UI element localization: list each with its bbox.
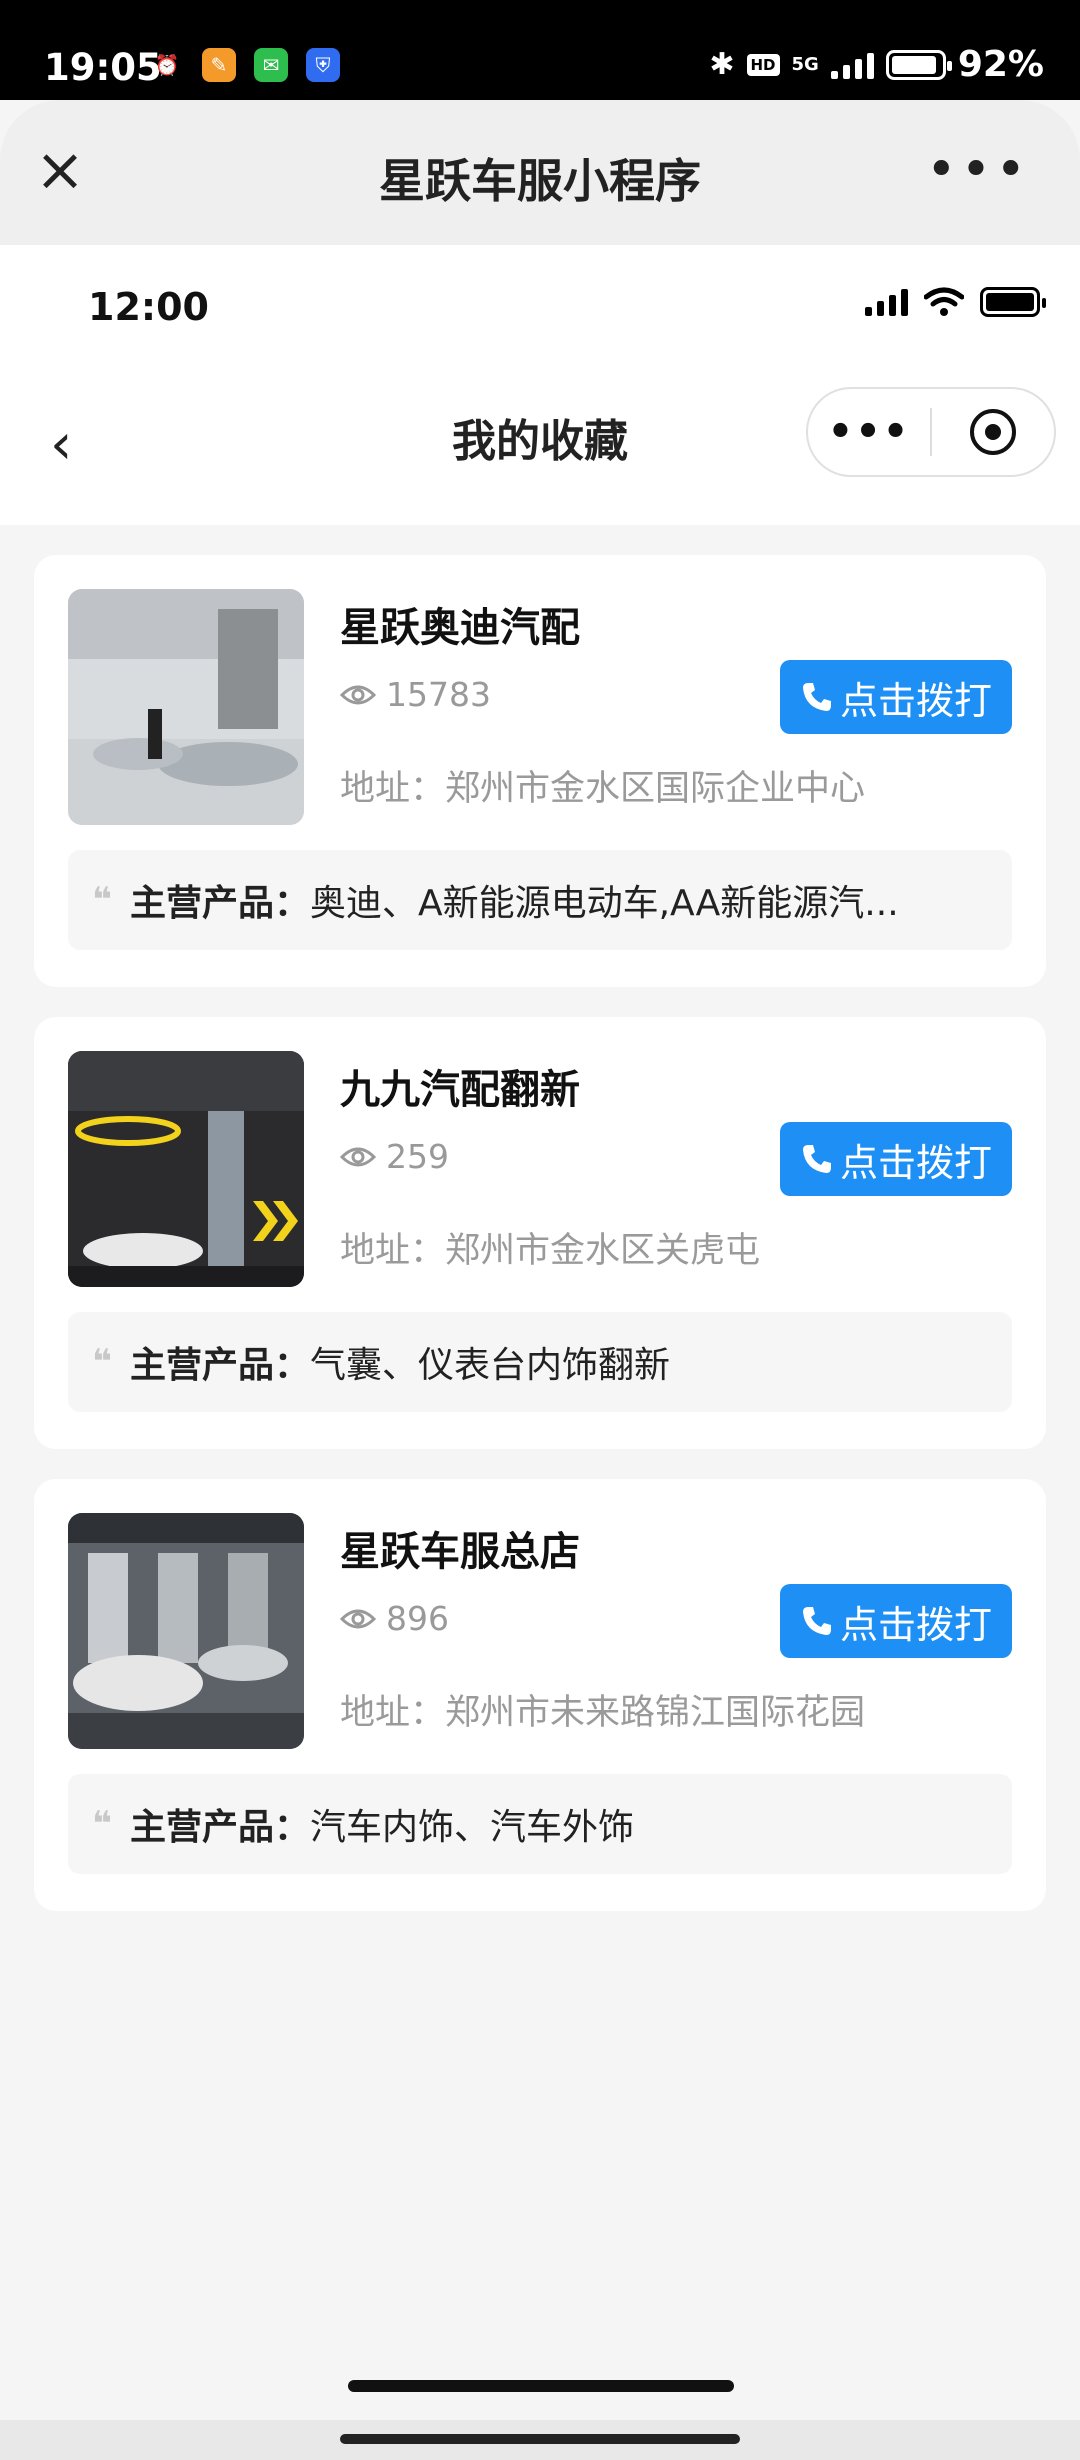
battery-icon — [980, 287, 1046, 317]
capsule-close-icon[interactable] — [932, 409, 1054, 455]
quote-icon: ❝ — [92, 880, 112, 920]
products-label: 主营产品： — [129, 1345, 310, 1386]
store-address: 地址：郑州市未来路锦江国际花园 — [340, 1693, 866, 1733]
quote-icon: ❝ — [92, 1804, 112, 1844]
hd-badge: HD — [746, 53, 780, 76]
capsule-menu: ••• — [806, 387, 1056, 477]
system-time: 19:05 — [44, 46, 162, 89]
wechat-icon: ✉ — [254, 48, 288, 82]
eye-icon — [340, 1147, 376, 1166]
store-address: 地址：郑州市金水区国际企业中心 — [340, 769, 866, 809]
signal-icon — [865, 288, 908, 316]
store-photo — [68, 1051, 304, 1287]
main-products: ❝ 主营产品： 气囊、仪表台内饰翻新 — [68, 1312, 1012, 1412]
view-count-value: 259 — [386, 1137, 449, 1176]
phone-icon — [802, 683, 831, 711]
system-status-bar: 19:05 ⏰ ✎ ✉ ⛨ ✱ HD 5G 92% — [0, 0, 1080, 100]
network-label: 5G — [791, 54, 819, 75]
miniprogram-header: × 星跃车服小程序 ••• — [0, 100, 1080, 245]
battery-icon — [885, 49, 952, 80]
eye-icon — [340, 685, 376, 704]
products-value: 气囊、仪表台内饰翻新 — [309, 1345, 670, 1386]
favorite-card[interactable]: 星跃奥迪汽配 15783 点击拨打 地址：郑州市金水区国际企业中心 ❝ 主营产品… — [34, 555, 1046, 987]
call-button-label: 点击拨打 — [839, 1602, 992, 1647]
call-button-label: 点击拨打 — [839, 1140, 992, 1185]
store-photo — [68, 1513, 304, 1749]
miniprogram-title: 星跃车服小程序 — [379, 154, 701, 208]
products-label: 主营产品： — [129, 1807, 310, 1848]
products-value: 汽车内饰、汽车外饰 — [309, 1807, 634, 1848]
wifi-icon — [924, 287, 964, 316]
eye-icon — [340, 1609, 376, 1628]
favorites-list: 星跃奥迪汽配 15783 点击拨打 地址：郑州市金水区国际企业中心 ❝ 主营产品… — [34, 555, 1046, 1941]
store-name: 星跃奥迪汽配 — [340, 605, 580, 651]
system-indicators: ✱ HD 5G 92% — [709, 44, 1044, 85]
call-button[interactable]: 点击拨打 — [780, 1122, 1012, 1196]
favorite-card[interactable]: 九九汽配翻新 259 点击拨打 地址：郑州市金水区关虎屯 ❝ 主营产品： 气囊、… — [34, 1017, 1046, 1449]
call-button-label: 点击拨打 — [839, 678, 992, 723]
signal-icon — [830, 51, 874, 79]
store-name: 星跃车服总店 — [340, 1529, 580, 1575]
capsule-more-icon[interactable]: ••• — [808, 409, 930, 455]
shield-app-icon: ⛨ — [306, 48, 340, 82]
call-button[interactable]: 点击拨打 — [780, 660, 1012, 734]
notification-icons: ⏰ ✎ ✉ ⛨ — [150, 48, 340, 82]
store-name: 九九汽配翻新 — [340, 1067, 580, 1113]
main-products: ❝ 主营产品： 汽车内饰、汽车外饰 — [68, 1774, 1012, 1874]
products-value: 奥迪、A新能源电动车,AA新能源汽... — [309, 883, 899, 924]
favorite-card[interactable]: 星跃车服总店 896 点击拨打 地址：郑州市未来路锦江国际花园 ❝ 主营产品： … — [34, 1479, 1046, 1911]
bluetooth-icon: ✱ — [709, 47, 735, 82]
view-count: 259 — [340, 1137, 449, 1176]
view-count-value: 15783 — [386, 675, 491, 714]
call-button[interactable]: 点击拨打 — [780, 1584, 1012, 1658]
more-icon[interactable]: ••• — [926, 140, 1030, 200]
view-count: 896 — [340, 1599, 449, 1638]
battery-percent: 92% — [957, 44, 1044, 85]
inner-status-bar: 12:00 — [0, 245, 1080, 375]
store-photo — [68, 589, 304, 825]
quote-icon: ❝ — [92, 1342, 112, 1382]
home-indicator[interactable] — [348, 2380, 734, 2392]
app-notification-icon: ✎ — [202, 48, 236, 82]
inner-indicators — [865, 287, 1046, 317]
page-nav-bar: ‹ 我的收藏 ••• — [0, 375, 1080, 525]
phone-icon — [802, 1607, 831, 1635]
system-gesture-bar[interactable] — [340, 2434, 740, 2444]
view-count-value: 896 — [386, 1599, 449, 1638]
view-count: 15783 — [340, 675, 491, 714]
inner-time: 12:00 — [88, 285, 209, 329]
products-label: 主营产品： — [129, 883, 310, 924]
phone-icon — [802, 1145, 831, 1173]
alarm-icon: ⏰ — [154, 53, 180, 77]
main-products: ❝ 主营产品： 奥迪、A新能源电动车,AA新能源汽... — [68, 850, 1012, 950]
store-address: 地址：郑州市金水区关虎屯 — [340, 1231, 761, 1271]
